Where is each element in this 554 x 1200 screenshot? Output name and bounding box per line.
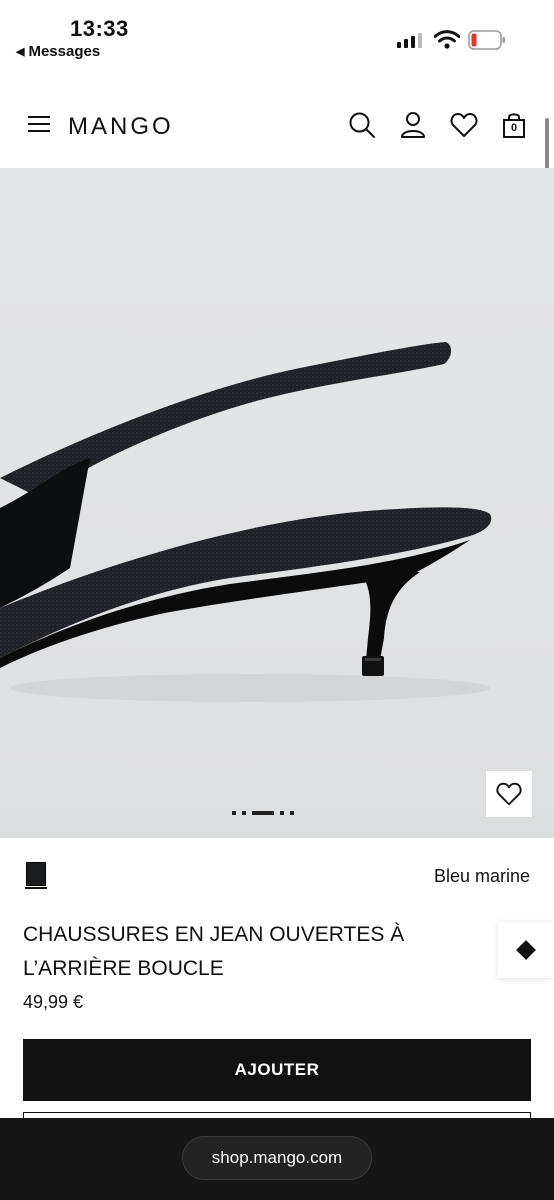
gallery-dot[interactable]	[290, 811, 294, 815]
diamond-icon	[516, 940, 536, 960]
address-bar[interactable]: shop.mango.com	[182, 1136, 372, 1180]
site-header: MANGO 0	[0, 80, 554, 168]
back-to-messages-button[interactable]: ◀ Messages	[16, 43, 100, 60]
color-name: Bleu marine	[433, 866, 530, 886]
floating-action-button[interactable]	[498, 922, 554, 978]
status-time: 13:33	[70, 16, 129, 41]
search-icon[interactable]	[347, 110, 377, 140]
browser-toolbar: shop.mango.com	[0, 1118, 554, 1200]
product-price: 49,99 €	[23, 992, 84, 1012]
gallery-dot[interactable]	[232, 811, 236, 815]
cellular-signal-icon	[397, 32, 422, 48]
product-title: CHAUSSURES EN JEAN OUVERTES À L’ARRIÈRE …	[23, 923, 405, 980]
account-icon[interactable]	[398, 110, 428, 140]
back-label: Messages	[28, 43, 101, 60]
color-swatch-selected[interactable]	[25, 862, 47, 889]
cart-count: 0	[510, 122, 518, 134]
gallery-dot[interactable]	[280, 811, 284, 815]
denim-slingback-shoe-illustration	[0, 342, 492, 702]
mango-logo[interactable]: MANGO	[68, 113, 174, 141]
heart-icon	[496, 782, 522, 806]
favorites-heart-icon[interactable]	[449, 110, 479, 140]
back-arrow-icon: ◀	[16, 46, 25, 58]
gallery-dot-active[interactable]	[252, 811, 274, 815]
menu-icon[interactable]	[28, 116, 52, 134]
status-bar: 13:33 ◀ Messages	[0, 0, 554, 80]
add-to-cart-button[interactable]: AJOUTER	[23, 1039, 531, 1101]
product-image[interactable]	[0, 168, 554, 838]
gallery-pagination[interactable]	[232, 811, 294, 815]
wifi-icon	[434, 30, 460, 49]
battery-low-icon	[468, 30, 505, 50]
gallery-dot[interactable]	[242, 811, 246, 815]
add-to-wishlist-button[interactable]	[486, 771, 532, 817]
